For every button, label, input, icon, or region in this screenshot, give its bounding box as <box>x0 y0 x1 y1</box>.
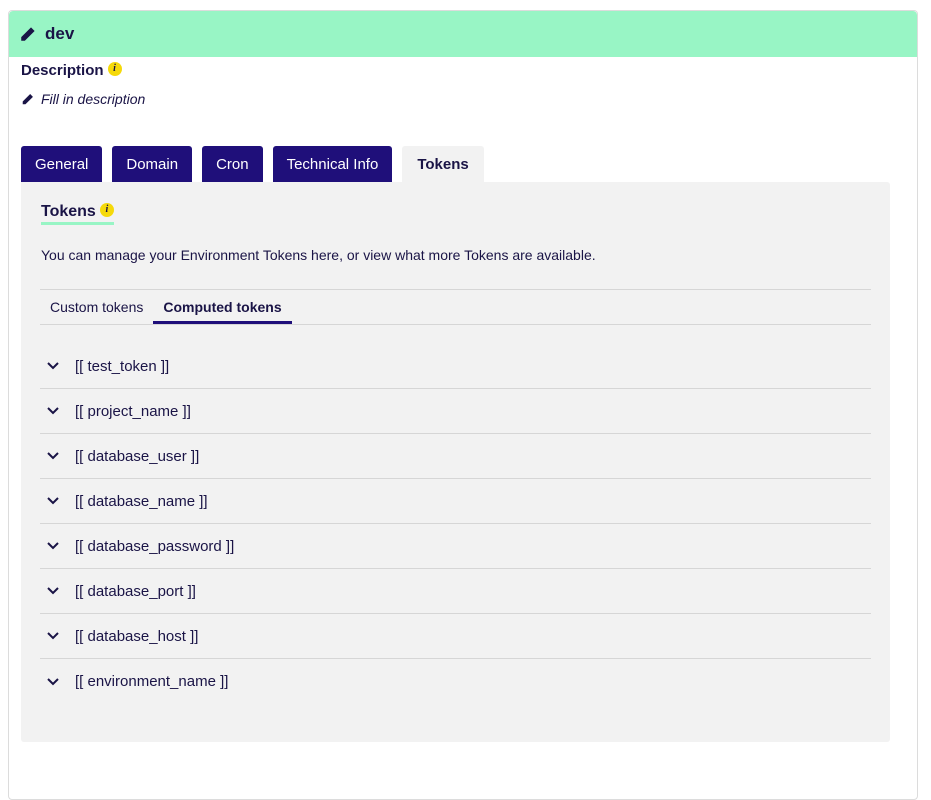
tab-bar: General Domain Cron Technical Info Token… <box>21 146 494 182</box>
tab-domain[interactable]: Domain <box>112 146 193 182</box>
token-row[interactable]: [[ database_user ]] <box>40 434 871 479</box>
tab-cron[interactable]: Cron <box>202 146 263 182</box>
chevron-down-icon <box>47 449 61 463</box>
chevron-down-icon <box>47 404 61 418</box>
chevron-down-icon <box>47 359 61 373</box>
panel-title-text: Tokens <box>41 203 96 220</box>
description-section: Description i Fill in description <box>21 61 145 107</box>
chevron-down-icon <box>47 494 61 508</box>
tokens-panel: Tokens i You can manage your Environment… <box>21 182 890 742</box>
token-name: [[ database_user ]] <box>75 447 200 465</box>
panel-title: Tokens i <box>41 202 114 225</box>
environment-title: dev <box>45 24 75 43</box>
pencil-icon <box>21 93 34 106</box>
token-row[interactable]: [[ test_token ]] <box>40 344 871 389</box>
token-name: [[ database_password ]] <box>75 537 235 555</box>
subtab-custom-tokens[interactable]: Custom tokens <box>40 290 153 324</box>
card-header: dev <box>9 11 917 57</box>
token-name: [[ database_host ]] <box>75 627 199 645</box>
token-name: [[ database_port ]] <box>75 582 196 600</box>
chevron-down-icon <box>47 629 61 643</box>
token-name: [[ project_name ]] <box>75 402 191 420</box>
chevron-down-icon <box>47 539 61 553</box>
token-row[interactable]: [[ project_name ]] <box>40 389 871 434</box>
pencil-icon[interactable] <box>19 25 37 43</box>
token-list: [[ test_token ]] [[ project_name ]] [[ d… <box>40 344 871 704</box>
tab-tokens[interactable]: Tokens <box>402 146 484 182</box>
description-edit[interactable]: Fill in description <box>21 91 145 107</box>
token-name: [[ test_token ]] <box>75 357 170 375</box>
tab-technical-info[interactable]: Technical Info <box>272 146 393 182</box>
description-label: Description i <box>21 61 145 79</box>
token-row[interactable]: [[ database_host ]] <box>40 614 871 659</box>
tab-general[interactable]: General <box>21 146 103 182</box>
token-row[interactable]: [[ database_name ]] <box>40 479 871 524</box>
panel-description: You can manage your Environment Tokens h… <box>41 247 596 263</box>
token-row[interactable]: [[ environment_name ]] <box>40 659 871 704</box>
subtab-computed-tokens[interactable]: Computed tokens <box>153 290 292 324</box>
chevron-down-icon <box>47 675 61 689</box>
description-placeholder: Fill in description <box>41 91 146 107</box>
chevron-down-icon <box>47 584 61 598</box>
description-label-text: Description <box>21 62 104 79</box>
token-name: [[ environment_name ]] <box>75 673 229 690</box>
info-icon[interactable]: i <box>99 203 114 217</box>
token-row[interactable]: [[ database_password ]] <box>40 524 871 569</box>
token-name: [[ database_name ]] <box>75 492 208 510</box>
token-row[interactable]: [[ database_port ]] <box>40 569 871 614</box>
token-subtabs: Custom tokens Computed tokens <box>40 289 871 325</box>
info-icon[interactable]: i <box>107 61 122 76</box>
